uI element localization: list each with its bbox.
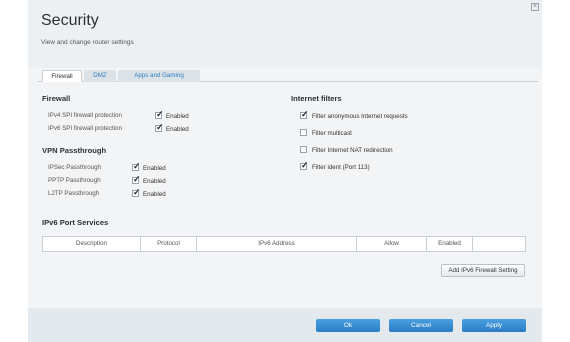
cancel-button[interactable]: Cancel bbox=[389, 319, 453, 332]
filter-ident-label: Filter ident (Port 113) bbox=[312, 164, 370, 171]
pptp-checkbox[interactable] bbox=[132, 174, 141, 185]
tab-apps-and-gaming[interactable]: Apps and Gaming bbox=[118, 70, 200, 82]
column-header-ipv6-address: IPv6 Address bbox=[197, 237, 357, 251]
dialog-footer: Ok Cancel Apply bbox=[28, 308, 542, 342]
column-header-description: Description bbox=[43, 237, 141, 251]
filter-ident-checkbox[interactable] bbox=[300, 160, 309, 171]
column-header-actions bbox=[473, 237, 525, 251]
column-header-protocol: Protocol bbox=[141, 237, 197, 251]
ipsec-checkbox[interactable] bbox=[132, 161, 141, 172]
page-title: Security bbox=[41, 12, 99, 29]
ok-button[interactable]: Ok bbox=[316, 319, 380, 332]
add-ipv6-firewall-setting-button[interactable]: Add IPv6 Firewall Setting bbox=[441, 264, 525, 277]
tab-bar: Firewall DMZ Apps and Gaming bbox=[38, 70, 538, 82]
ipv4-spi-checkbox[interactable] bbox=[155, 109, 164, 120]
tab-firewall[interactable]: Firewall bbox=[42, 70, 82, 82]
pptp-label: PPTP Passthrough bbox=[48, 177, 101, 184]
filter-nat-redirection-checkbox[interactable] bbox=[300, 146, 307, 153]
ipv6-port-services-title: IPv6 Port Services bbox=[42, 218, 109, 227]
filter-anonymous-checkbox[interactable] bbox=[300, 109, 309, 120]
dialog-header: × Security View and change router settin… bbox=[28, 0, 542, 68]
tab-dmz[interactable]: DMZ bbox=[84, 70, 116, 82]
l2tp-checkbox[interactable] bbox=[132, 187, 141, 198]
filter-multicast-checkbox[interactable] bbox=[300, 129, 307, 136]
pptp-value: Enabled bbox=[143, 178, 166, 185]
internet-filters-title: Internet filters bbox=[291, 94, 342, 103]
firewall-section-title: Firewall bbox=[42, 94, 71, 103]
ipv6-spi-label: IPv6 SPI firewall protection bbox=[48, 125, 122, 132]
security-dialog: × Security View and change router settin… bbox=[28, 0, 542, 342]
close-icon[interactable]: × bbox=[531, 3, 539, 11]
ipsec-value: Enabled bbox=[143, 165, 166, 172]
l2tp-value: Enabled bbox=[143, 191, 166, 198]
ipsec-label: IPSec Passthrough bbox=[48, 164, 101, 171]
ipv4-spi-value: Enabled bbox=[166, 113, 189, 120]
apply-button[interactable]: Apply bbox=[462, 319, 526, 332]
vpn-section-title: VPN Passthrough bbox=[42, 146, 107, 155]
filter-anonymous-label: Filter anonymous Internet requests bbox=[312, 113, 408, 120]
ipv6-port-services-table: Description Protocol IPv6 Address Allow … bbox=[42, 236, 526, 252]
l2tp-label: L2TP Passthrough bbox=[48, 190, 100, 197]
column-header-allow: Allow bbox=[357, 237, 427, 251]
ipv6-spi-value: Enabled bbox=[166, 126, 189, 133]
column-header-enabled: Enabled bbox=[427, 237, 473, 251]
ipv6-spi-checkbox[interactable] bbox=[155, 122, 164, 133]
filter-nat-redirection-label: Filter Internet NAT redirection bbox=[312, 147, 393, 154]
page-subtitle: View and change router settings bbox=[41, 39, 134, 46]
ipv4-spi-label: IPv4 SPI firewall protection bbox=[48, 112, 122, 119]
filter-multicast-label: Filter multicast bbox=[312, 130, 352, 137]
